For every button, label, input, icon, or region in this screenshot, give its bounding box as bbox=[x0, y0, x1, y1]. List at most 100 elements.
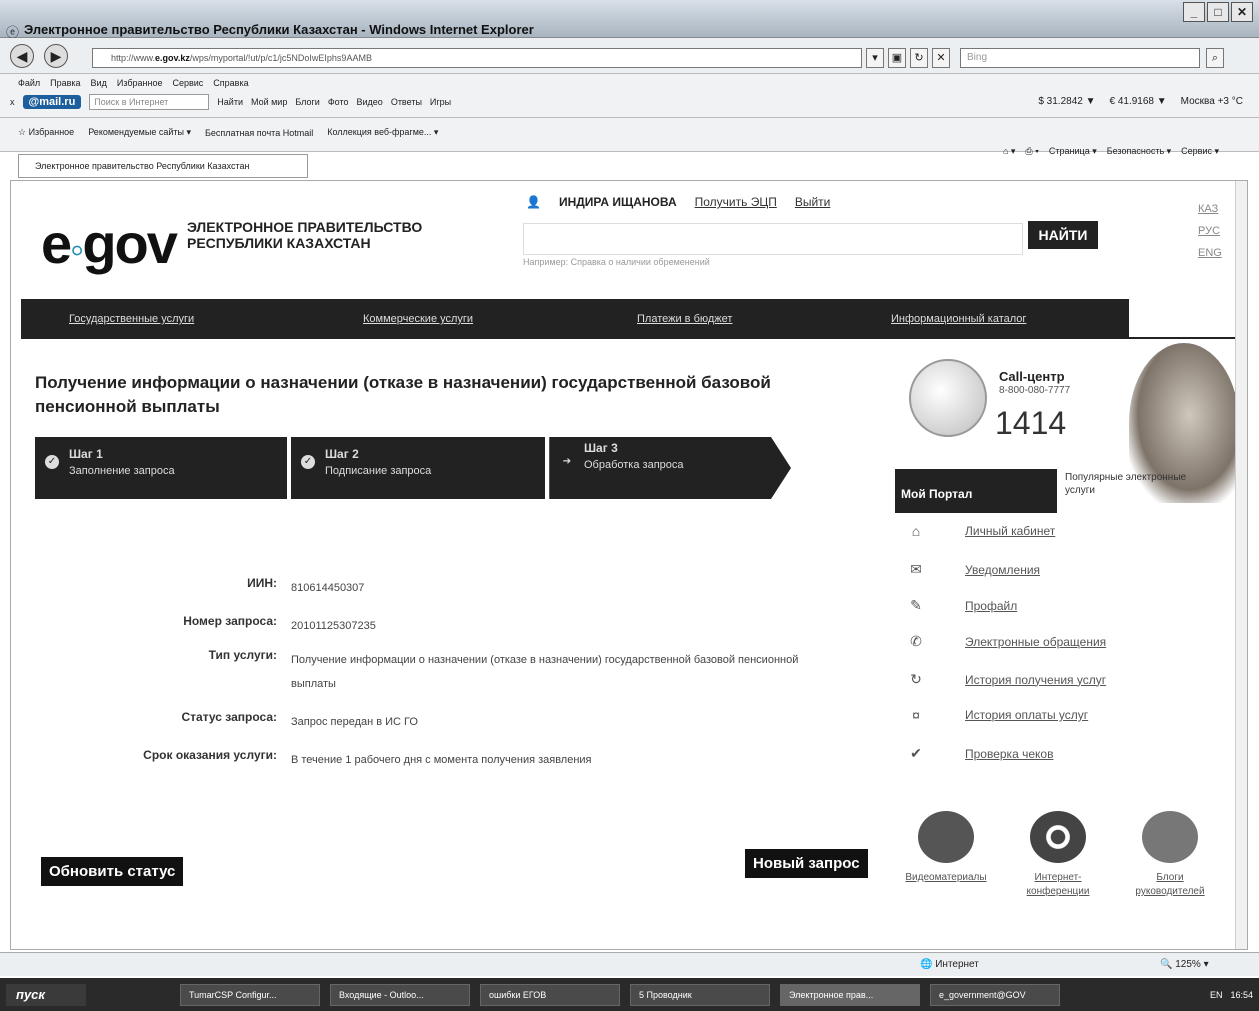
task-egov-errors[interactable]: ошибки ЕГОВ bbox=[480, 984, 620, 1006]
pen-icon: ✎ bbox=[910, 597, 922, 613]
close-toolbar-icon[interactable]: x bbox=[10, 97, 15, 107]
mail-icon: ✆ bbox=[910, 633, 922, 649]
lang-rus[interactable]: РУС bbox=[1198, 225, 1222, 237]
weather[interactable]: Москва +3 °C bbox=[1181, 96, 1243, 107]
print-icon[interactable]: ⎙ ▾ bbox=[1025, 146, 1038, 157]
nav-gov-services[interactable]: Государственные услуги bbox=[69, 313, 194, 325]
home-icon[interactable]: ⌂ ▾ bbox=[1003, 146, 1015, 157]
search-button[interactable]: НАЙТИ bbox=[1028, 221, 1098, 249]
task-explorer[interactable]: 5 Проводник bbox=[630, 984, 770, 1006]
search-hint: Например: Справка о наличии обременений bbox=[523, 257, 710, 267]
cmd-tools[interactable]: Сервис ▾ bbox=[1181, 146, 1219, 157]
menu-payment-history[interactable]: ¤ История оплаты услуг bbox=[901, 707, 1088, 723]
mail-search-input[interactable]: Поиск в Интернет bbox=[89, 94, 210, 110]
usd-rate: $ 31.2842 ▼ bbox=[1038, 96, 1096, 107]
menu-notifications[interactable]: ✉ Уведомления bbox=[901, 561, 1040, 578]
menu-cabinet[interactable]: ⌂ Личный кабинет bbox=[901, 523, 1056, 539]
mail-link-answers[interactable]: Ответы bbox=[391, 97, 422, 107]
check-icon: ✓ bbox=[301, 455, 315, 469]
field-status: Статус запроса: Запрос передан в ИС ГО bbox=[181, 710, 418, 728]
tab-popular-services[interactable]: Популярные электронные услуги bbox=[1065, 471, 1195, 497]
mail-link-myworld[interactable]: Мой мир bbox=[251, 97, 287, 107]
task-ie[interactable]: Электронное прав... bbox=[780, 984, 920, 1006]
menu-help[interactable]: Справка bbox=[213, 78, 248, 88]
portal-tabs: Мой Портал Популярные электронные услуги bbox=[895, 469, 1247, 513]
cmd-page[interactable]: Страница ▾ bbox=[1049, 146, 1097, 157]
menu-service-history[interactable]: ↻ История получения услуг bbox=[901, 671, 1106, 688]
menu-bar: Файл Правка Вид Избранное Сервис Справка… bbox=[0, 74, 1259, 118]
nav-catalog[interactable]: Информационный каталог bbox=[891, 313, 1026, 325]
mail-link-photo[interactable]: Фото bbox=[328, 97, 349, 107]
back-icon[interactable]: ◀ bbox=[10, 44, 34, 68]
tab-egov[interactable]: Электронное правительство Республики Каз… bbox=[18, 154, 308, 178]
zoom-level[interactable]: 🔍 125% ▾ bbox=[1160, 959, 1209, 970]
task-outlook[interactable]: Входящие - Outloo... bbox=[330, 984, 470, 1006]
menu-appeals[interactable]: ✆ Электронные обращения bbox=[901, 633, 1106, 650]
task-tumarcsp[interactable]: TumarCSP Configur... bbox=[180, 984, 320, 1006]
receipt-icon: ✔ bbox=[910, 745, 922, 761]
egov-logo[interactable]: e◦gov bbox=[41, 211, 178, 276]
get-ecp-link[interactable]: Получить ЭЦП bbox=[695, 195, 777, 209]
minimize-button[interactable]: _ bbox=[1183, 2, 1205, 22]
logout-link[interactable]: Выйти bbox=[795, 195, 831, 209]
step-1: ✓ Шаг 1 Заполнение запроса bbox=[35, 437, 287, 499]
menu-favorites[interactable]: Избранное bbox=[117, 78, 163, 88]
close-window-button[interactable]: ✕ bbox=[1231, 2, 1253, 22]
language-switcher: КАЗ РУС ENG bbox=[1198, 203, 1222, 259]
eur-rate: € 41.9168 ▼ bbox=[1109, 96, 1167, 107]
bing-search-field[interactable]: Bing bbox=[960, 48, 1200, 68]
dropdown-icon[interactable]: ▾ bbox=[866, 48, 884, 68]
tile-blogs[interactable]: Блоги руководителей bbox=[1125, 811, 1215, 899]
fav-webslice[interactable]: Коллекция веб-фрагме... ▾ bbox=[327, 127, 438, 138]
language-indicator[interactable]: EN bbox=[1210, 984, 1223, 1006]
main-nav: Государственные услуги Коммерческие услу… bbox=[21, 299, 1129, 339]
call-center-phone: 8-800-080-7777 bbox=[999, 385, 1071, 396]
maximize-button[interactable]: □ bbox=[1207, 2, 1229, 22]
site-search-input[interactable] bbox=[523, 223, 1023, 255]
browser-window: ⓔ Электронное правительство Республики К… bbox=[0, 0, 1259, 1011]
start-button[interactable]: пуск bbox=[6, 984, 86, 1006]
user-icon: 👤 bbox=[526, 195, 541, 209]
phone-globe-icon bbox=[909, 359, 987, 437]
refresh-status-button[interactable]: Обновить статус bbox=[41, 857, 184, 886]
mail-link-games[interactable]: Игры bbox=[430, 97, 451, 107]
tab-my-portal[interactable]: Мой Портал bbox=[895, 469, 1057, 513]
field-request-number: Номер запроса: 20101125307235 bbox=[183, 614, 376, 632]
stop-icon[interactable]: ✕ bbox=[932, 48, 950, 68]
tile-video[interactable]: Видеоматериалы bbox=[901, 811, 991, 885]
system-tray: EN 16:54 bbox=[1210, 984, 1253, 1006]
menu-edit[interactable]: Правка bbox=[50, 78, 80, 88]
task-email[interactable]: e_government@GOV bbox=[930, 984, 1060, 1006]
refresh-icon[interactable]: ↻ bbox=[910, 48, 928, 68]
field-service-type: Тип услуги: Получение информации о назнач… bbox=[208, 648, 799, 690]
step-2: ✓ Шаг 2 Подписание запроса bbox=[291, 437, 545, 499]
mail-link-blogs[interactable]: Блоги bbox=[295, 97, 319, 107]
forward-icon[interactable]: ▶ bbox=[44, 44, 68, 68]
tile-conferences[interactable]: Интернет-конференции bbox=[1013, 811, 1103, 899]
menu-tools[interactable]: Сервис bbox=[172, 78, 203, 88]
fav-suggested-sites[interactable]: Рекомендуемые сайты ▾ bbox=[88, 127, 191, 138]
cmd-safety[interactable]: Безопасность ▾ bbox=[1107, 146, 1171, 157]
menu-profile[interactable]: ✎ Профайл bbox=[901, 597, 1017, 614]
lang-eng[interactable]: ENG bbox=[1198, 247, 1222, 259]
nav-payments[interactable]: Платежи в бюджет bbox=[637, 313, 732, 325]
mail-link-video[interactable]: Видео bbox=[357, 97, 383, 107]
compat-view-icon[interactable]: ▣ bbox=[888, 48, 906, 68]
new-request-button[interactable]: Новый запрос bbox=[745, 849, 868, 878]
menu-check-receipts[interactable]: ✔ Проверка чеков bbox=[901, 745, 1053, 762]
user-bar: 👤 ИНДИРА ИЩАНОВА Получить ЭЦП Выйти bbox=[526, 195, 830, 209]
film-reel-icon bbox=[918, 811, 974, 863]
search-icon[interactable]: ⌕ bbox=[1206, 48, 1224, 68]
lang-kaz[interactable]: КАЗ bbox=[1198, 203, 1222, 215]
favorites-button[interactable]: ☆ Избранное bbox=[18, 127, 74, 138]
fav-hotmail[interactable]: Бесплатная почта Hotmail bbox=[205, 128, 313, 138]
mailru-logo[interactable]: @mail.ru bbox=[22, 95, 82, 109]
mail-find-button[interactable]: Найти bbox=[217, 97, 243, 107]
nav-commercial[interactable]: Коммерческие услуги bbox=[363, 313, 473, 325]
check-icon: ✓ bbox=[45, 455, 59, 469]
taskbar: пуск TumarCSP Configur... Входящие - Out… bbox=[0, 978, 1259, 1011]
vertical-scrollbar[interactable] bbox=[1235, 181, 1247, 949]
menu-view[interactable]: Вид bbox=[91, 78, 107, 88]
url-field[interactable]: http://www.e.gov.kz/wps/myportal/!ut/p/c… bbox=[92, 48, 862, 68]
menu-file[interactable]: Файл bbox=[18, 78, 40, 88]
